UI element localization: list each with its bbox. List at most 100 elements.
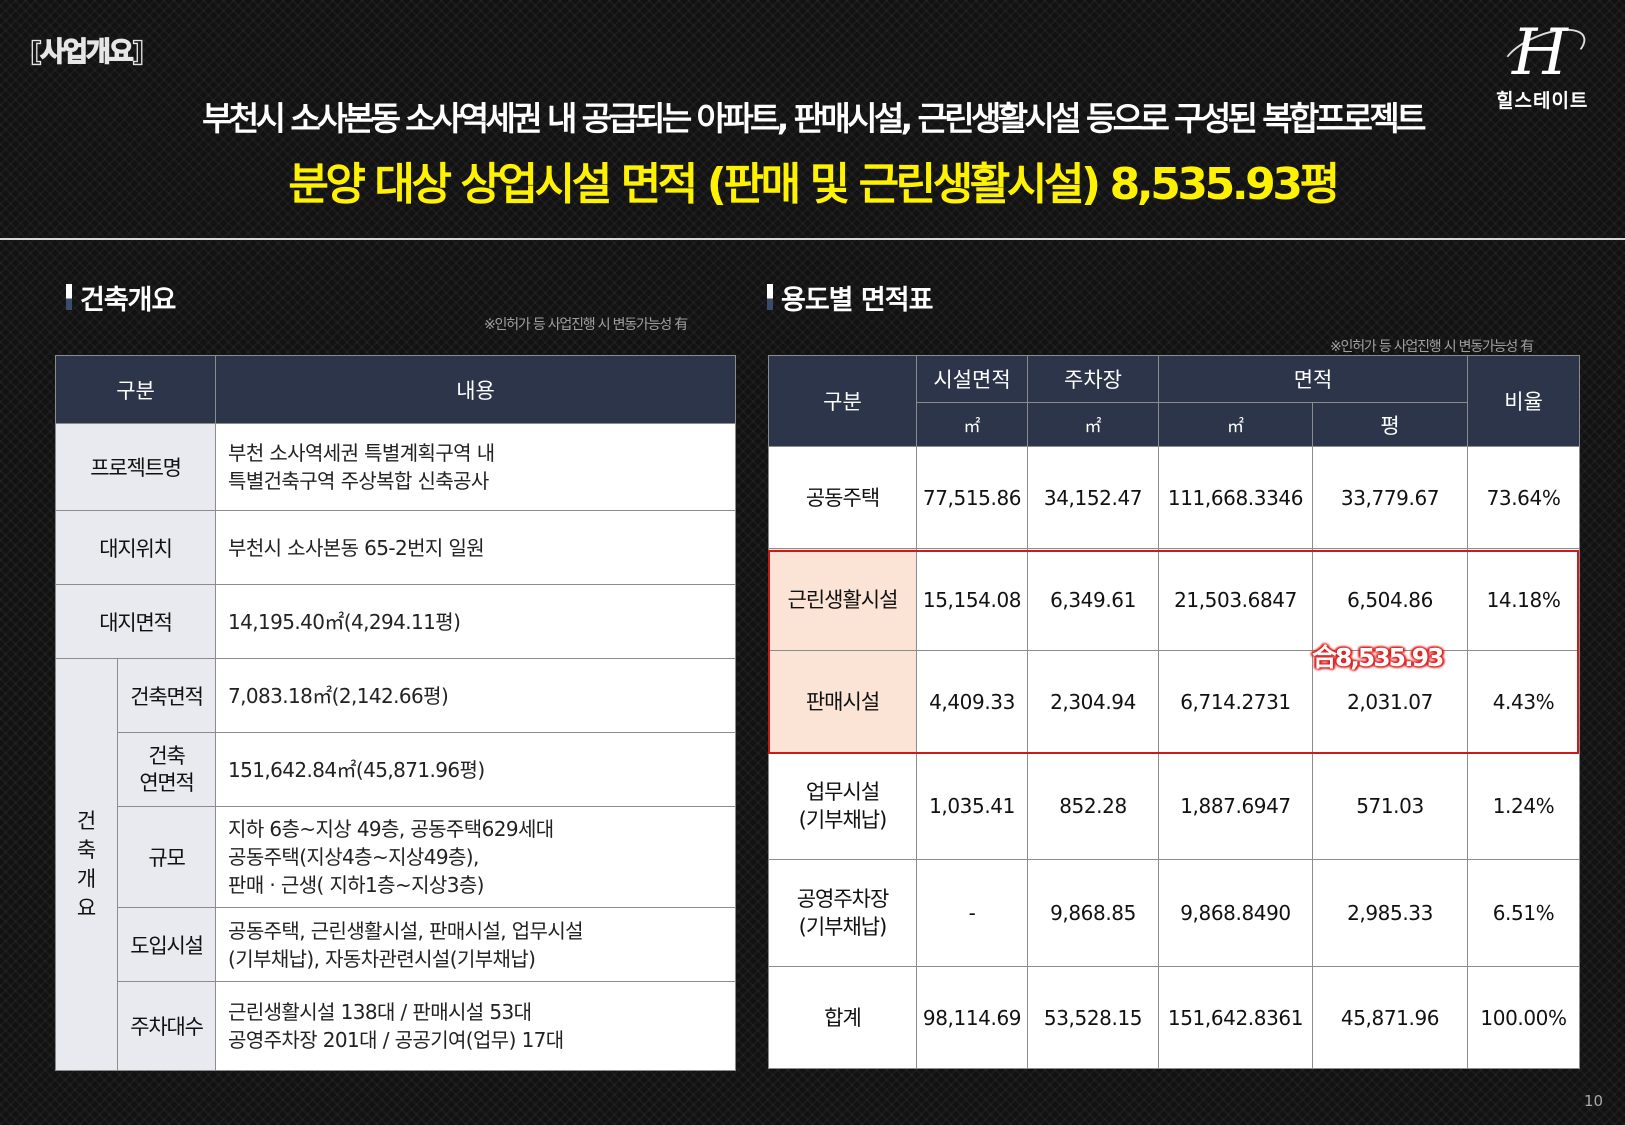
table-row: 주차대수 근린생활시설 138대 / 판매시설 53대 공영주차장 201대 /… [56,981,737,1071]
facility-area-cell: 15,154.08 [916,548,1028,651]
area-m2-cell: 9,868.8490 [1158,859,1313,967]
row-label: 업무시설 (기부채납) [768,752,917,860]
unit-pyeong: 평 [1311,402,1469,447]
ratio-cell: 100.00% [1467,966,1581,1069]
row-label: 근린생활시설 [768,548,917,651]
value-line: 근린생활시설 138대 / 판매시설 53대 [228,1000,532,1024]
row-label: 대지위치 [54,510,217,585]
area-pyeong-cell: 45,871.96 [1311,966,1469,1069]
label-line: 업무시설 [805,780,880,804]
header-category: 구분 [768,355,917,447]
row-value: 공동주택, 근린생활시설, 판매시설, 업무시설 (기부채납), 자동차관련시설… [215,907,737,982]
area-by-use-table: 구분 시설면적 주차장 면적 비율 ㎡ ㎡ ㎡ 평 공동주택 77,515.86… [768,355,1581,1069]
table-header-row: 구분 시설면적 주차장 면적 비율 [768,355,1581,447]
header-category: 구분 [54,355,217,424]
label-line: 판매시설 [805,689,880,714]
header-facility-area: 시설면적 [916,355,1028,403]
area-note: ※인허가 등 사업진행 시 변동가능성 有 [1330,339,1534,355]
building-note: ※인허가 등 사업진행 시 변동가능성 有 [484,317,688,333]
group-label: 건축개요 [55,658,118,1071]
commercial-sum-label: 合8,535.93 [1312,643,1444,672]
header-content: 내용 [215,355,737,424]
label-line: 건축 [148,743,185,768]
value-line: (기부채납), 자동차관련시설(기부채납) [228,946,536,971]
value-line: 부천시 소사본동 65-2번지 일원 [228,535,485,560]
table-header-row: 구분 내용 [54,355,737,424]
table-row: 업무시설 (기부채납) 1,035.41 852.28 1,887.6947 5… [768,752,1581,860]
unit-m2: ㎡ [916,402,1028,447]
ratio-cell: 6.51% [1467,859,1581,967]
row-label: 공동주택 [768,446,917,549]
header-ratio: 비율 [1467,355,1581,447]
parking-area-cell: 9,868.85 [1027,859,1159,967]
facility-area-cell: 98,114.69 [916,966,1028,1069]
area-m2-cell: 6,714.2731 [1158,650,1313,753]
row-value: 지하 6층~지상 49층, 공동주택629세대 공동주택(지상4층~지상49층)… [215,806,737,908]
header-divider [0,238,1625,240]
table-row: 대지면적 14,195.40㎡(4,294.11평) [54,584,737,659]
area-m2-cell: 21,503.6847 [1158,548,1313,651]
page-subtitle: 부천시 소사본동 소사역세권 내 공급되는 아파트, 판매시설, 근린생활시설 … [202,99,1426,138]
facility-area-cell: 1,035.41 [916,752,1028,860]
area-m2-cell: 1,887.6947 [1158,752,1313,860]
section-tag: [사업개요] [29,36,144,68]
table-row: 건축 연면적 151,642.84㎡(45,871.96평) [56,732,737,807]
parking-area-cell: 6,349.61 [1027,548,1159,651]
value-line: 판매 · 근생( 지하1층~지상3층) [228,873,484,897]
value-line: 공동주택(지상4층~지상49층), [228,845,479,869]
row-label: 대지면적 [54,584,217,659]
group-label-text: 건축개요 [76,808,97,920]
facility-area-cell: - [916,859,1028,967]
ratio-cell: 14.18% [1467,548,1581,651]
row-label: 건축면적 [116,658,217,733]
value-line: 공영주차장 201대 / 공공기여(업무) 17대 [228,1028,564,1052]
parking-area-cell: 852.28 [1027,752,1159,860]
row-label: 규모 [116,806,217,908]
ratio-cell: 4.43% [1467,650,1581,753]
row-label: 공영주차장 (기부채납) [768,859,917,967]
label-line: 연면적 [139,770,195,795]
row-label: 판매시설 [768,650,917,753]
value-line: 14,195.40㎡(4,294.11평) [228,609,461,634]
table-row: 대지위치 부천시 소사본동 65-2번지 일원 [54,510,737,585]
parking-area-cell: 2,304.94 [1027,650,1159,753]
label-line: 합계 [824,1005,862,1030]
facility-area-cell: 77,515.86 [916,446,1028,549]
row-label: 프로젝트명 [54,423,217,511]
page-number: 10 [1584,1092,1604,1110]
parking-area-cell: 53,528.15 [1027,966,1159,1069]
area-m2-cell: 111,668.3346 [1158,446,1313,549]
unit-m2: ㎡ [1027,402,1159,447]
ratio-cell: 73.64% [1467,446,1581,549]
row-value: 부천 소사역세권 특별계획구역 내 특별건축구역 주상복합 신축공사 [215,423,737,511]
value-line: 공동주택, 근린생활시설, 판매시설, 업무시설 [228,918,584,943]
table-row: 판매시설 4,409.33 2,304.94 6,714.2731 2,031.… [768,650,1581,753]
table-row: 공동주택 77,515.86 34,152.47 111,668.3346 33… [768,446,1581,549]
area-m2-cell: 151,642.8361 [1158,966,1313,1069]
row-value: 근린생활시설 138대 / 판매시설 53대 공영주차장 201대 / 공공기여… [215,981,737,1071]
page-headline: 분양 대상 상업시설 면적 (판매 및 근린생활시설) 8,535.93평 [288,159,1340,210]
row-label: 도입시설 [116,907,217,982]
value-line: 특별건축구역 주상복합 신축공사 [228,469,489,493]
table-row: 건축개요 건축면적 7,083.18㎡(2,142.66평) [55,658,737,1071]
area-pyeong-cell: 6,504.86 [1311,548,1469,651]
building-overview-table: 구분 내용 프로젝트명 부천 소사역세권 특별계획구역 내 특별건축구역 주상복… [54,355,737,1071]
table-row: 규모 지하 6층~지상 49층, 공동주택629세대 공동주택(지상4층~지상4… [56,806,737,908]
parking-area-cell: 34,152.47 [1027,446,1159,549]
table-row-total: 합계 98,114.69 53,528.15 151,642.8361 45,8… [768,966,1581,1069]
label-line: (기부채납) [798,808,888,832]
row-label: 건축 연면적 [116,732,217,807]
area-pyeong-cell: 571.03 [1311,752,1469,860]
header-area: 면적 [1157,355,1469,403]
table-row: 도입시설 공동주택, 근린생활시설, 판매시설, 업무시설 (기부채납), 자동… [56,907,737,982]
value-line: 7,083.18㎡(2,142.66평) [228,683,449,708]
area-section-title: 용도별 면적표 [767,278,933,317]
value-line: 지하 6층~지상 49층, 공동주택629세대 [228,817,554,841]
label-line: 근린생활시설 [787,587,899,612]
area-pyeong-cell: 2,985.33 [1311,859,1469,967]
row-value: 14,195.40㎡(4,294.11평) [215,584,737,659]
table-row: 프로젝트명 부천 소사역세권 특별계획구역 내 특별건축구역 주상복합 신축공사 [54,423,737,511]
unit-m2: ㎡ [1158,402,1313,447]
row-label: 합계 [768,966,917,1069]
table-row: 공영주차장 (기부채납) - 9,868.85 9,868.8490 2,985… [768,859,1581,967]
